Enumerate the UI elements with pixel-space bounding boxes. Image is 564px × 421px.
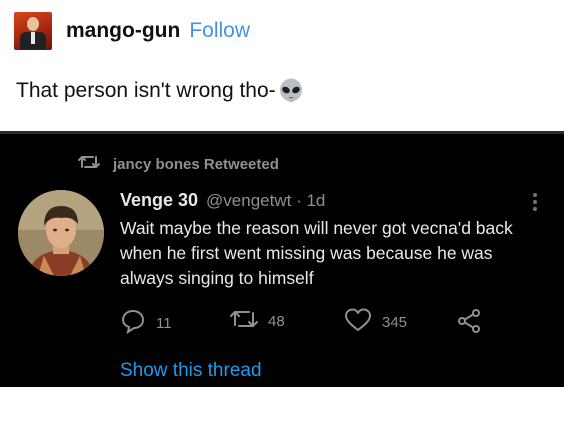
post-header: mango-gun Follow	[14, 10, 250, 52]
post-caption: That person isn't wrong tho-	[16, 78, 304, 104]
like-action[interactable]: 345	[344, 308, 407, 337]
retweet-button-icon	[230, 308, 258, 335]
avatar-face	[27, 17, 39, 31]
retweet-count: 48	[268, 313, 285, 330]
caption-text: That person isn't wrong tho-	[16, 79, 276, 102]
reply-action[interactable]: 11	[120, 308, 172, 339]
follow-button[interactable]: Follow	[189, 19, 250, 43]
retweet-indicator: jancy bones Retweeted	[78, 154, 279, 175]
share-icon	[456, 308, 482, 339]
blog-username[interactable]: mango-gun	[66, 19, 180, 43]
tweet-card[interactable]: jancy bones Retweeted Venge 30 @vengetwt…	[0, 131, 564, 387]
reply-icon	[120, 308, 146, 339]
more-options-icon[interactable]	[526, 190, 544, 216]
reply-count: 11	[156, 315, 172, 332]
tweet-header: Venge 30 @vengetwt · 1d	[120, 190, 325, 211]
blog-avatar[interactable]	[14, 12, 52, 50]
tweet-actions: 11 48 345	[120, 308, 540, 336]
retweeted-by-label[interactable]: jancy bones Retweeted	[113, 156, 279, 173]
avatar-tie	[31, 32, 35, 44]
tweet-author-name[interactable]: Venge 30	[120, 190, 198, 211]
tweet-handle-time[interactable]: @vengetwt · 1d	[206, 191, 325, 211]
retweet-icon	[78, 154, 100, 175]
heart-icon	[344, 308, 372, 337]
show-thread-link[interactable]: Show this thread	[120, 360, 262, 382]
tweet-author-avatar[interactable]	[18, 190, 104, 276]
tweet-text: Wait maybe the reason will never got vec…	[120, 218, 513, 288]
share-action[interactable]	[456, 308, 482, 339]
like-count: 345	[382, 314, 408, 331]
alien-face-icon	[278, 78, 304, 104]
retweet-action[interactable]: 48	[230, 308, 285, 335]
